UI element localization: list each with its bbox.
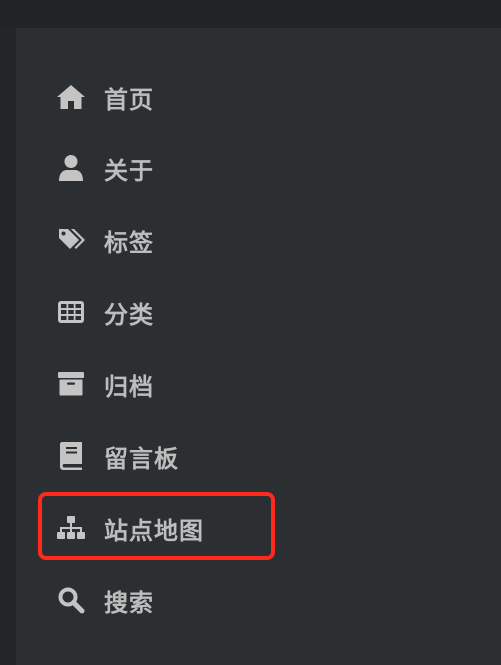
- menu-item-categories[interactable]: 分类: [56, 290, 286, 334]
- navigation-menu-panel: 首页 关于 标签 分类 归档 留言板 站点地图 搜索: [16, 28, 501, 665]
- menu-item-label: 首页: [104, 85, 154, 114]
- menu-item-label: 归档: [104, 372, 154, 401]
- search-icon: [56, 585, 86, 615]
- menu-item-search[interactable]: 搜索: [56, 578, 286, 622]
- menu-item-sitemap[interactable]: 站点地图: [56, 506, 286, 550]
- top-bar: [0, 0, 501, 28]
- menu-item-guestbook[interactable]: 留言板: [56, 434, 286, 478]
- menu-item-label: 留言板: [104, 444, 179, 473]
- menu-item-tags[interactable]: 标签: [56, 218, 286, 262]
- user-icon: [56, 153, 86, 183]
- archive-icon: [56, 369, 86, 399]
- menu-item-home[interactable]: 首页: [56, 75, 286, 119]
- menu-item-label: 关于: [104, 156, 154, 185]
- home-icon: [56, 82, 86, 112]
- menu-item-label: 站点地图: [104, 516, 204, 545]
- menu-item-label: 搜索: [104, 588, 154, 617]
- menu-item-archive[interactable]: 归档: [56, 362, 286, 406]
- sitemap-icon: [56, 513, 86, 543]
- grid-icon: [56, 297, 86, 327]
- menu-item-label: 标签: [104, 228, 154, 257]
- left-edge-strip: [0, 28, 16, 665]
- tags-icon: [56, 225, 86, 255]
- book-icon: [56, 441, 86, 471]
- menu-item-about[interactable]: 关于: [56, 146, 286, 190]
- menu-item-label: 分类: [104, 300, 154, 329]
